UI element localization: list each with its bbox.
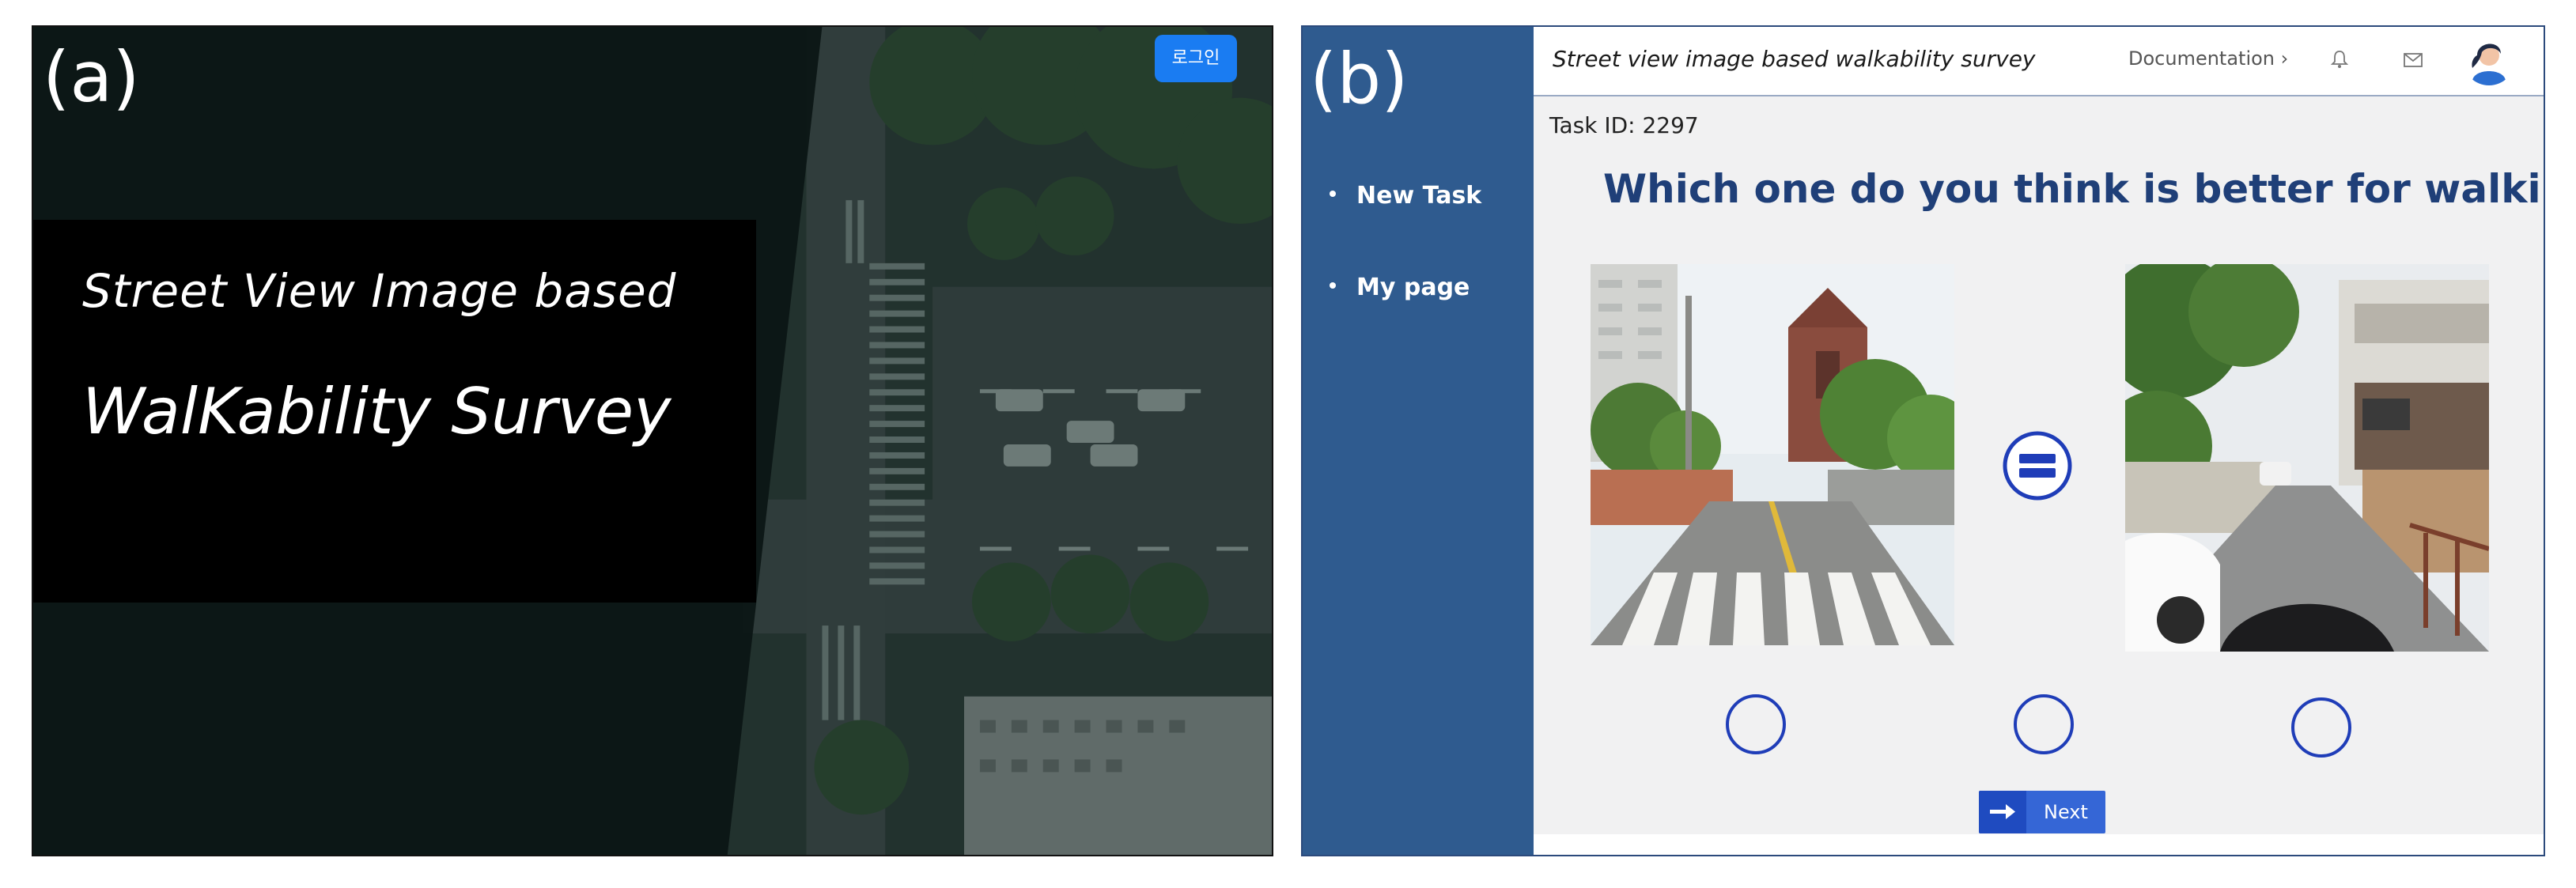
task-id: Task ID: 2297 bbox=[1549, 112, 1699, 138]
radio-left-image[interactable] bbox=[1726, 694, 1786, 754]
bullet-icon bbox=[1330, 282, 1336, 289]
arrow-right-icon bbox=[1979, 791, 2026, 833]
app-title: Street view image based walkability surv… bbox=[1553, 46, 2036, 72]
panel-label-a: (a) bbox=[43, 36, 140, 118]
radio-equal[interactable] bbox=[2014, 694, 2074, 754]
sidebar-item-label: My page bbox=[1356, 274, 1470, 301]
landing-page-screenshot: Street View Image based WalKability Surv… bbox=[32, 25, 1273, 856]
hero-subtitle: Street View Image based bbox=[82, 264, 677, 318]
bullet-icon bbox=[1330, 190, 1336, 197]
next-button[interactable]: Next bbox=[1979, 791, 2105, 833]
mail-icon[interactable] bbox=[2402, 51, 2424, 70]
survey-question: Which one do you think is better for wal… bbox=[1603, 166, 2545, 212]
sidebar-item-new-task[interactable]: New Task bbox=[1330, 182, 1481, 210]
panel-label-b: (b) bbox=[1310, 38, 1409, 119]
avatar[interactable] bbox=[2463, 33, 2515, 85]
hero-title: WalKability Survey bbox=[82, 375, 671, 448]
next-button-label: Next bbox=[2044, 801, 2088, 823]
footer-strip bbox=[1534, 834, 2544, 855]
bell-icon[interactable] bbox=[2328, 47, 2351, 71]
documentation-link[interactable]: Documentation › bbox=[2128, 47, 2288, 70]
figure: Street View Image based WalKability Surv… bbox=[0, 0, 2576, 888]
radio-right-image[interactable] bbox=[2291, 697, 2351, 758]
sidebar-item-label: New Task bbox=[1356, 182, 1482, 210]
top-bar: Street view image based walkability surv… bbox=[1534, 27, 2544, 96]
sidebar-item-my-page[interactable]: My page bbox=[1330, 274, 1470, 301]
sidebar: New Task My page bbox=[1303, 27, 1534, 855]
equal-icon[interactable] bbox=[2002, 430, 2073, 501]
login-button[interactable]: 로그인 bbox=[1155, 35, 1237, 82]
street-view-image-right[interactable] bbox=[2125, 264, 2489, 652]
survey-task-screenshot: New Task My page Street view image based… bbox=[1301, 25, 2545, 856]
street-view-image-left[interactable] bbox=[1591, 264, 1954, 645]
